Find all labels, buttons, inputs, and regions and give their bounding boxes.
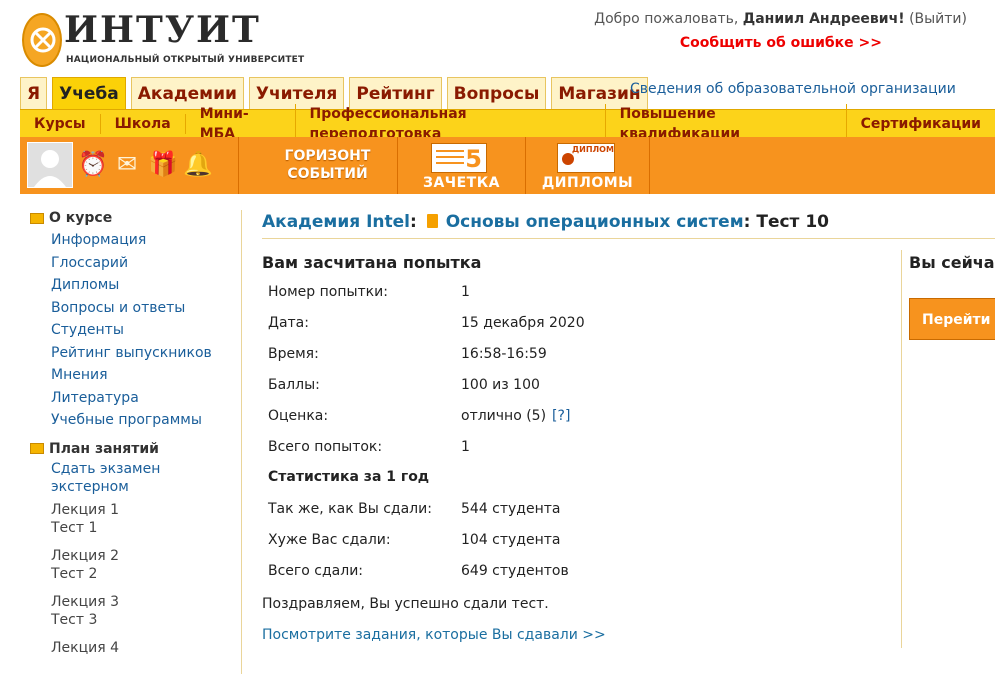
tab-me[interactable]: Я bbox=[20, 77, 48, 109]
folder-icon bbox=[30, 443, 44, 454]
breadcrumb: Академия Intel: Основы операционных сист… bbox=[262, 212, 829, 232]
table-row: Дата: 15 декабря 2020 bbox=[268, 314, 585, 331]
sidebar-link-reviews[interactable]: Мнения bbox=[51, 364, 240, 387]
subnav-school[interactable]: Школа bbox=[101, 113, 186, 134]
logo-text[interactable]: ИНТУИТ bbox=[64, 10, 261, 50]
user-name-link[interactable]: Даниил Андреевич bbox=[743, 11, 898, 27]
tab-study[interactable]: Учеба bbox=[52, 77, 126, 109]
go-to-button[interactable]: Перейти к bbox=[909, 298, 995, 340]
sidebar-link-students[interactable]: Студенты bbox=[51, 319, 240, 342]
lecture-item-2[interactable]: Лекция 2 Тест 2 bbox=[51, 547, 240, 583]
stats-row: Всего сдали: 649 студентов bbox=[268, 562, 569, 579]
edu-info-link[interactable]: Сведения об образовательной организации bbox=[630, 81, 956, 97]
lecture-item-3[interactable]: Лекция 3 Тест 3 bbox=[51, 593, 240, 629]
breadcrumb-test: Тест 10 bbox=[756, 212, 829, 232]
right-panel-title: Вы сейча bbox=[909, 253, 995, 272]
sidebar-link-literature[interactable]: Литература bbox=[51, 387, 240, 410]
stats-row: Хуже Вас сдали: 104 студента bbox=[268, 531, 561, 548]
breadcrumb-academy[interactable]: Академия Intel bbox=[262, 212, 410, 232]
sidebar-link-programs[interactable]: Учебные программы bbox=[51, 409, 240, 432]
gradebook-digit: 5 bbox=[465, 145, 482, 173]
header: ИНТУИТ НАЦИОНАЛЬНЫЙ ОТКРЫТЫЙ УНИВЕРСИТЕТ… bbox=[0, 0, 995, 78]
alarm-clock-icon[interactable]: ⏰ bbox=[78, 149, 108, 179]
sidebar-link-glossary[interactable]: Глоссарий bbox=[51, 252, 240, 275]
about-section-title: О курсе bbox=[30, 210, 240, 226]
toolbar-divider bbox=[649, 137, 650, 194]
gradebook-icon: 5 bbox=[431, 143, 487, 173]
sidebar-link-graduate-rating[interactable]: Рейтинг выпускников bbox=[51, 342, 240, 365]
stats-title: Статистика за 1 год bbox=[268, 469, 430, 485]
greeting-excl: ! bbox=[898, 11, 905, 27]
avatar[interactable] bbox=[27, 142, 73, 188]
lecture-item-4[interactable]: Лекция 4 bbox=[51, 639, 240, 657]
envelope-icon[interactable]: ✉ bbox=[112, 149, 142, 179]
breadcrumb-course[interactable]: Основы операционных систем bbox=[446, 212, 744, 232]
gradebook-label: ЗАЧЕТКА bbox=[423, 175, 500, 191]
events-horizon-button[interactable]: ГОРИЗОНТ СОБЫТИЙ bbox=[238, 137, 416, 194]
table-row: Номер попытки: 1 bbox=[268, 283, 470, 300]
logo-subtitle: НАЦИОНАЛЬНЫЙ ОТКРЫТЫЙ УНИВЕРСИТЕТ bbox=[66, 55, 305, 65]
congrats-text: Поздравляем, Вы успешно сдали тест. bbox=[262, 596, 549, 612]
gift-icon[interactable]: 🎁 bbox=[148, 149, 178, 179]
diplomas-label: ДИПЛОМЫ bbox=[541, 175, 634, 191]
table-row: Время: 16:58-16:59 bbox=[268, 345, 547, 362]
right-panel-divider bbox=[901, 250, 902, 648]
book-icon bbox=[426, 214, 438, 228]
logout-link[interactable]: (Выйти) bbox=[909, 11, 967, 27]
plan-section-title: План занятий bbox=[30, 441, 240, 457]
table-row: Оценка: отлично (5) [?] bbox=[268, 407, 571, 424]
greeting: Добро пожаловать, bbox=[594, 11, 739, 27]
table-row: Баллы: 100 из 100 bbox=[268, 376, 540, 393]
horizon-line-1: ГОРИЗОНТ bbox=[284, 148, 371, 164]
diplomas-button[interactable]: ДИПЛОМ ДИПЛОМЫ bbox=[525, 137, 649, 194]
sidebar-link-extern-exam[interactable]: Сдать экзамен экстерном bbox=[51, 460, 240, 496]
result-title: Вам засчитана попытка bbox=[262, 253, 482, 272]
subnav-courses[interactable]: Курсы bbox=[20, 113, 101, 134]
sidebar-divider bbox=[241, 210, 242, 674]
stats-row: Так же, как Вы сдали: 544 студента bbox=[268, 500, 561, 517]
diploma-icon: ДИПЛОМ bbox=[557, 143, 615, 173]
sub-navigation: Курсы Школа Мини-МБА Профессиональная пе… bbox=[20, 103, 995, 144]
sidebar-link-diplomas[interactable]: Дипломы bbox=[51, 274, 240, 297]
table-row: Всего попыток: 1 bbox=[268, 438, 470, 455]
bell-icon[interactable]: 🔔 bbox=[183, 149, 213, 179]
sidebar-link-info[interactable]: Информация bbox=[51, 229, 240, 252]
toolbar: ⏰ ✉ 🎁 🔔 ГОРИЗОНТ СОБЫТИЙ 5 ЗАЧЕТКА ДИПЛО… bbox=[20, 137, 995, 194]
report-error-link[interactable]: Сообщить об ошибке >> bbox=[680, 35, 882, 51]
view-tasks-link[interactable]: Посмотрите задания, которые Вы сдавали >… bbox=[262, 627, 606, 643]
lecture-item-1[interactable]: Лекция 1 Тест 1 bbox=[51, 501, 240, 537]
horizon-line-2: СОБЫТИЙ bbox=[287, 166, 368, 182]
sidebar-link-qa[interactable]: Вопросы и ответы bbox=[51, 297, 240, 320]
gradebook-button[interactable]: 5 ЗАЧЕТКА bbox=[397, 137, 525, 194]
result-table: Номер попытки: 1 Дата: 15 декабря 2020 Вре… bbox=[268, 276, 585, 586]
welcome-text: Добро пожаловать, Даниил Андреевич! (Вый… bbox=[594, 11, 967, 27]
folder-icon bbox=[30, 212, 44, 224]
logo-icon[interactable] bbox=[22, 13, 62, 67]
grade-help-link[interactable]: [?] bbox=[552, 408, 570, 424]
subnav-certifications[interactable]: Сертификации bbox=[847, 114, 995, 134]
breadcrumb-divider bbox=[262, 238, 995, 239]
sidebar: О курсе Информация Глоссарий Дипломы Воп… bbox=[30, 210, 240, 657]
diploma-badge: ДИПЛОМ bbox=[572, 145, 614, 154]
